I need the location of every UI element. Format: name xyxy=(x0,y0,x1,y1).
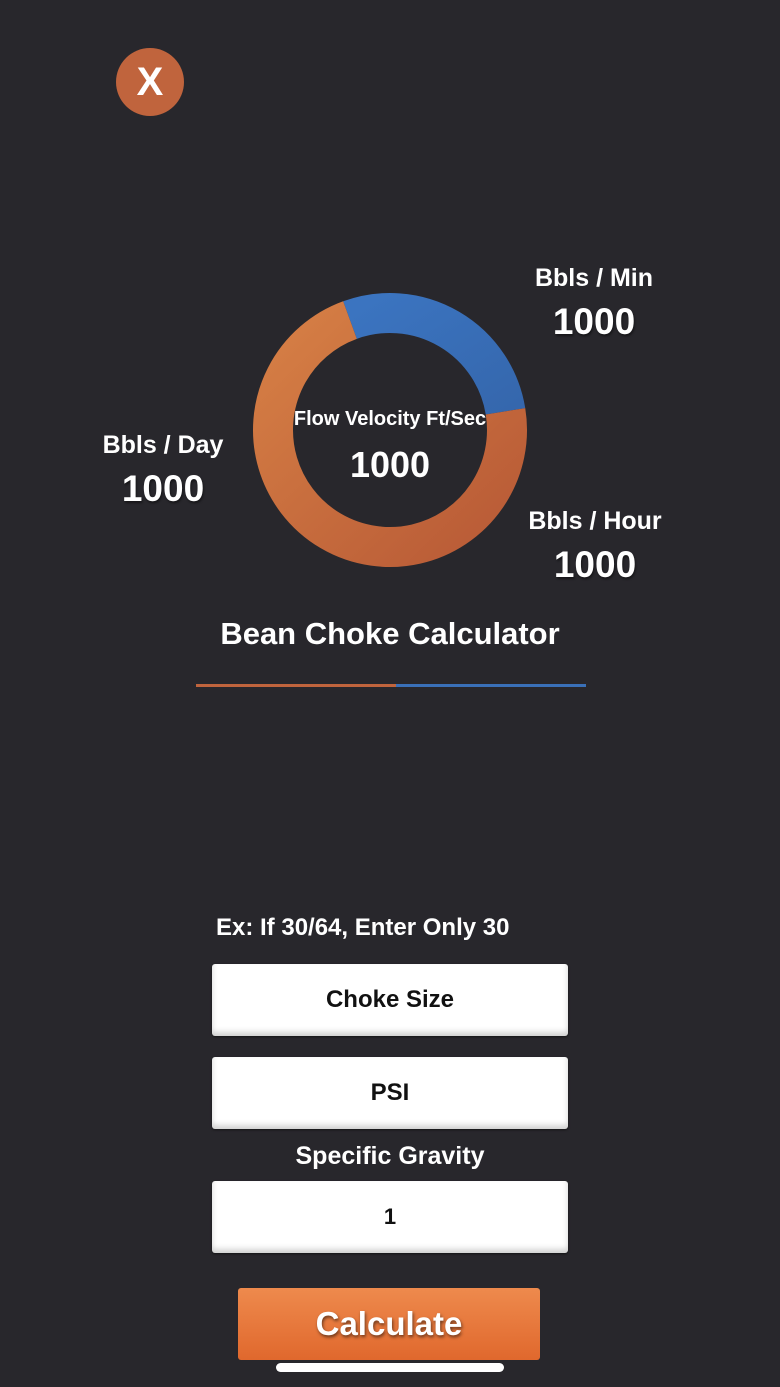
bbls-per-hour-stat: Bbls / Hour 1000 xyxy=(510,507,680,586)
page-title: Bean Choke Calculator xyxy=(220,616,560,651)
bbls-per-min-label: Bbls / Min xyxy=(534,264,654,292)
home-indicator xyxy=(276,1363,504,1372)
bbls-per-min-stat: Bbls / Min 1000 xyxy=(514,264,674,343)
donut-segment-blue xyxy=(343,293,526,416)
specific-gravity-label: Specific Gravity xyxy=(295,1142,485,1170)
bbls-per-hour-value: 1000 xyxy=(553,544,637,585)
bbls-per-day-stat: Bbls / Day 1000 xyxy=(88,431,238,510)
specific-gravity-input[interactable] xyxy=(212,1181,568,1253)
flow-velocity-value: 1000 xyxy=(349,444,431,485)
app-screen: X Flow Velocity Ft/Sec 1000 Bbls / Min 1… xyxy=(0,0,780,1387)
title-underline-blue xyxy=(396,684,586,687)
flow-velocity-label: Flow Velocity Ft/Sec xyxy=(293,408,487,430)
bbls-per-min-value: 1000 xyxy=(552,301,636,342)
close-button[interactable]: X xyxy=(116,48,184,116)
bbls-per-day-label: Bbls / Day xyxy=(102,431,224,459)
title-underline-orange xyxy=(196,684,396,687)
bbls-per-day-value: 1000 xyxy=(121,468,205,509)
bbls-per-hour-label: Bbls / Hour xyxy=(528,507,662,535)
choke-size-input[interactable] xyxy=(212,964,568,1036)
psi-input[interactable] xyxy=(212,1057,568,1129)
calculate-button[interactable]: Calculate xyxy=(238,1288,540,1360)
close-icon: X xyxy=(136,59,164,104)
choke-size-hint: Ex: If 30/64, Enter Only 30 xyxy=(216,914,510,941)
